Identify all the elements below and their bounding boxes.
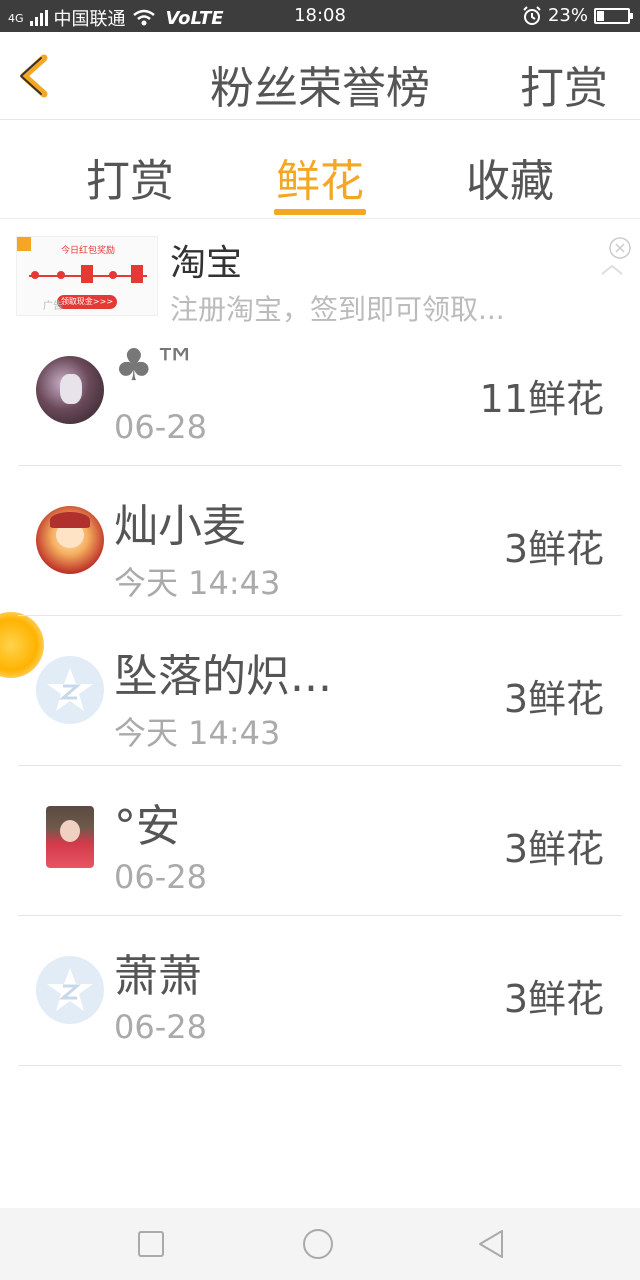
tab-reward[interactable]: 打赏 [70,145,190,209]
avatar [36,506,104,574]
fan-time: 06-28 [114,1008,207,1046]
circle-icon[interactable] [302,1228,334,1260]
tab-flowers[interactable]: 鲜花 [260,145,380,209]
list-item[interactable]: °安 06-28 3鲜花 [18,766,622,916]
star-z-icon [47,968,93,1011]
fan-name: 坠落的炽... [114,651,332,702]
close-icon[interactable] [598,236,634,276]
fan-time: 06-28 [114,408,207,446]
avatar [36,356,104,424]
ad-title: 淘宝 [170,243,243,284]
ad-badge: 广告 [43,301,63,312]
active-tab-indicator [274,209,366,215]
tab-bar: 打赏 鲜花 收藏 [0,121,640,219]
default-avatar-icon [36,656,104,724]
fan-name: °安 [114,801,180,852]
star-z-icon [47,668,93,711]
list-item[interactable]: 灿小麦 今天 14:43 3鲜花 [18,466,622,616]
alarm-icon [523,5,541,25]
ad-image-heading: 今日红包奖励 [60,246,115,256]
list-item[interactable]: 坠落的炽... 今天 14:43 3鲜花 [18,616,622,766]
flower-count: 3鲜花 [503,527,604,571]
battery-percent: 23% [547,5,588,26]
fan-time: 今天 14:43 [114,564,281,602]
flower-count: 3鲜花 [503,977,604,1021]
default-avatar-icon [36,956,104,1024]
status-bar: 4G 中国联通 VoLTE 18:08 23% [0,0,640,32]
reward-button[interactable]: 打赏 [520,52,608,116]
fan-time: 今天 14:43 [114,714,281,752]
ad-image-button: 领取现金>>> [57,295,117,309]
header: 粉丝荣誉榜 打赏 [0,32,640,120]
flower-count: 3鲜花 [503,677,604,721]
fan-name: ♣™ [114,340,198,391]
square-icon[interactable] [135,1228,167,1260]
fan-name: 萧萧 [114,951,202,1002]
ad-image[interactable]: 今日红包奖励 领取现金>>> 广告 [16,236,158,316]
flower-count: 11鲜花 [479,377,604,421]
triangle-back-icon[interactable] [476,1228,508,1260]
fan-time: 06-28 [114,858,207,896]
ad-banner[interactable]: 今日红包奖励 领取现金>>> 广告 淘宝 注册淘宝，签到即可领取... [0,222,640,327]
flower-count: 3鲜花 [503,827,604,871]
avatar [46,806,94,868]
tab-favorites[interactable]: 收藏 [450,145,570,209]
list-item[interactable]: 萧萧 06-28 3鲜花 [18,916,622,1066]
fan-name: 灿小麦 [114,501,246,552]
battery-icon [594,7,633,24]
system-nav-bar [0,1208,640,1280]
list-item[interactable]: ♣™ 06-28 11鲜花 [18,316,622,466]
fan-list: ♣™ 06-28 11鲜花 灿小麦 今天 14:43 3鲜花 坠落的炽... 今… [0,316,640,1066]
